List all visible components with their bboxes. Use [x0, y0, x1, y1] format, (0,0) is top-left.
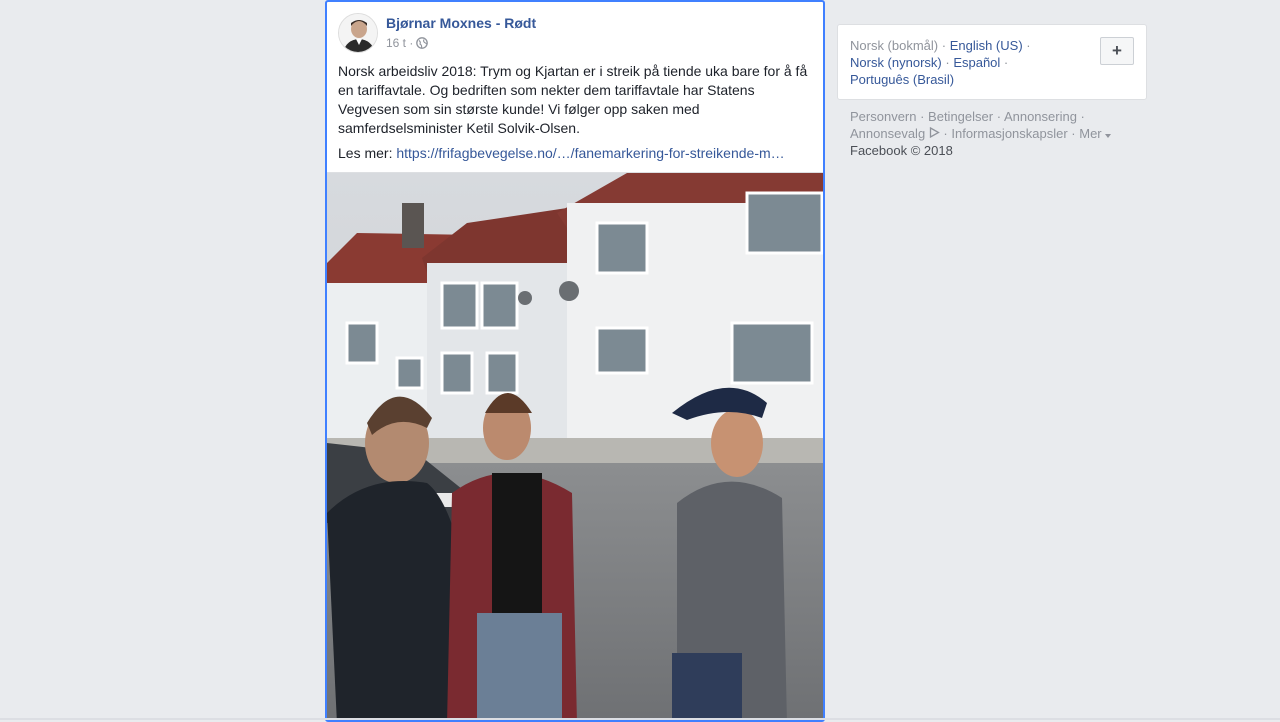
adchoices-icon — [929, 126, 940, 141]
read-more-link[interactable]: https://frifagbevegelse.no/…/fanemarkeri… — [396, 145, 784, 161]
footer-link-adchoices[interactable]: Annonsevalg — [850, 126, 925, 141]
language-link-nynorsk[interactable]: Norsk (nynorsk) — [850, 55, 942, 70]
caret-down-icon[interactable] — [1105, 126, 1112, 141]
footer-link-privacy[interactable]: Personvern — [850, 109, 916, 124]
post-header: Bjørnar Moxnes - Rødt 16 t · — [338, 13, 798, 55]
current-language: Norsk (bokmål) — [850, 38, 939, 53]
copyright: Facebook © 2018 — [850, 143, 953, 158]
language-links: Norsk (bokmål) · English (US) · Norsk (n… — [850, 38, 1031, 87]
feed-post: Bjørnar Moxnes - Rødt 16 t · Norsk arbei… — [325, 0, 825, 722]
language-link-english[interactable]: English (US) — [950, 38, 1023, 53]
add-language-button[interactable]: + — [1100, 37, 1134, 65]
post-body-text: Norsk arbeidsliv 2018: Trym og Kjartan e… — [338, 63, 808, 136]
footer-link-cookies[interactable]: Informasjonskapsler — [951, 126, 1067, 141]
author-name-link[interactable]: Bjørnar Moxnes - Rødt — [386, 15, 536, 31]
post-timestamp[interactable]: 16 t · — [386, 36, 413, 50]
footer-link-more[interactable]: Mer — [1079, 126, 1101, 141]
language-card: Norsk (bokmål) · English (US) · Norsk (n… — [837, 24, 1147, 100]
language-link-portugues[interactable]: Português (Brasil) — [850, 72, 954, 87]
read-more-label: Les mer: — [338, 145, 397, 161]
read-more-line: Les mer: https://frifagbevegelse.no/…/fa… — [338, 144, 813, 163]
globe-icon[interactable] — [416, 37, 429, 49]
post-meta: 16 t · — [386, 36, 429, 50]
author-avatar[interactable] — [338, 13, 378, 53]
post-photo[interactable] — [327, 173, 823, 720]
footer-link-terms[interactable]: Betingelser — [928, 109, 993, 124]
language-link-espanol[interactable]: Español — [953, 55, 1000, 70]
footer-links: Personvern · Betingelser · Annonsering ·… — [850, 108, 1140, 159]
footer-link-advertising[interactable]: Annonsering — [1004, 109, 1077, 124]
